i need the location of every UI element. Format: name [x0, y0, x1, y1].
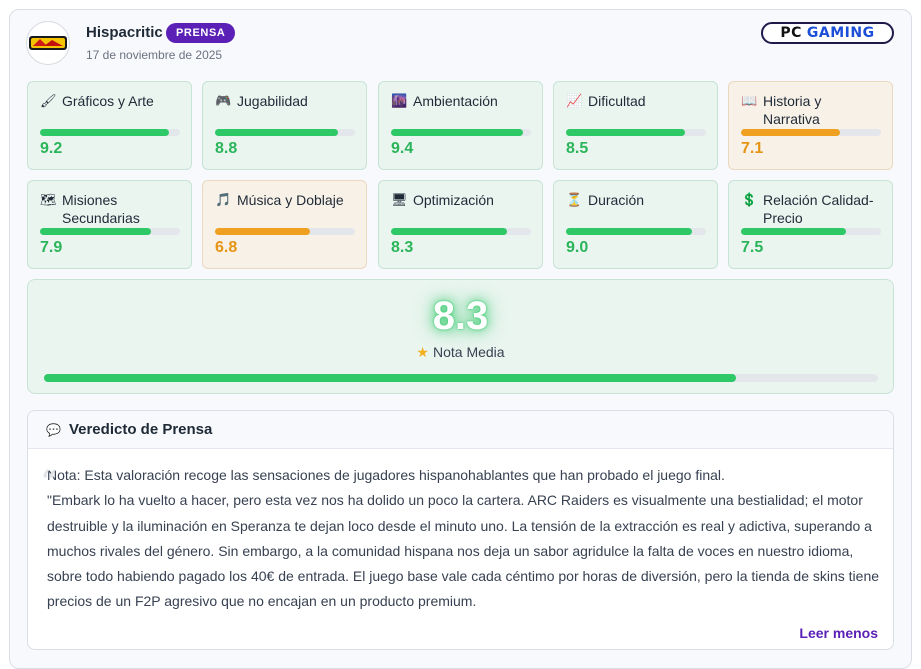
cityscape-icon: 🌆 [391, 93, 408, 108]
score-bar [566, 129, 706, 136]
score-bar-fill [391, 228, 508, 235]
score-tile-header: 💲 Relación Calidad-Precio [741, 191, 881, 227]
score-bar-fill [215, 228, 311, 235]
author-avatar[interactable] [26, 21, 70, 65]
score-tile: 📈 Dificultad 8.5 [553, 81, 718, 170]
score-tile: 🖥 Optimización 8.3 [378, 180, 543, 269]
score-tile-header: 🖌 Gráficos y Arte [40, 92, 180, 110]
verdict-panel: 💬 Veredicto de Prensa “ Nota: Esta valor… [27, 410, 894, 650]
score-bar-fill [566, 228, 692, 235]
average-score-bar [44, 374, 878, 382]
score-tile-header: 📖 Historia y Narrativa [741, 92, 881, 128]
pc-gaming-logo: PC GAMING [761, 22, 894, 44]
score-tile: 💲 Relación Calidad-Precio 7.5 [728, 180, 893, 269]
average-score-panel: 8.3 ★ Nota Media [27, 279, 894, 394]
monitor-icon: 🖥 [391, 192, 408, 207]
average-score-label: Nota Media [432, 344, 505, 360]
verdict-note: Nota: Esta valoración recoge las sensaci… [47, 467, 725, 483]
verdict-quote: "Embark lo ha vuelto a hacer, pero esta … [47, 492, 880, 610]
score-bar-fill [40, 228, 151, 235]
verdict-body: “ Nota: Esta valoración recoge las sensa… [28, 449, 893, 615]
score-value: 7.1 [741, 140, 764, 157]
score-tile-header: 🌆 Ambientación [391, 92, 531, 110]
score-bar [741, 228, 881, 235]
score-value: 8.3 [391, 239, 414, 256]
score-value: 7.5 [741, 239, 764, 256]
chart-icon: 📈 [566, 93, 583, 108]
score-bar [215, 129, 355, 136]
book-icon: 📖 [741, 93, 758, 108]
press-badge: PRENSA [166, 23, 236, 43]
score-bar [40, 228, 180, 235]
score-label: Dificultad [588, 93, 646, 109]
speech-bubble-icon: 💬 [46, 422, 61, 437]
score-tile-header: 🎵 Música y Doblaje [215, 191, 355, 209]
score-tile: 📖 Historia y Narrativa 7.1 [728, 81, 893, 170]
map-icon: 🗺 [40, 192, 57, 207]
score-value: 6.8 [215, 239, 238, 256]
score-label: Ambientación [413, 93, 498, 109]
score-label: Relación Calidad-Precio [763, 192, 874, 226]
score-tile: 🌆 Ambientación 9.4 [378, 81, 543, 170]
score-bar [391, 129, 531, 136]
gamepad-icon: 🎮 [215, 93, 232, 108]
score-bar-fill [40, 129, 169, 136]
score-tile: 🎮 Jugabilidad 8.8 [202, 81, 367, 170]
verdict-header: 💬 Veredicto de Prensa [28, 411, 893, 449]
average-score-bar-fill [44, 374, 737, 382]
score-tile: 🖌 Gráficos y Arte 9.2 [27, 81, 192, 170]
review-card: Hispacritic PRENSA 17 de noviembre de 20… [9, 9, 912, 669]
score-bar-fill [566, 129, 685, 136]
score-tile: 🗺 Misiones Secundarias 7.9 [27, 180, 192, 269]
score-value: 9.4 [391, 140, 414, 157]
review-date: 17 de noviembre de 2025 [86, 48, 223, 62]
score-value: 9.2 [40, 140, 63, 157]
score-value: 9.0 [566, 239, 589, 256]
hourglass-icon: ⏳ [566, 192, 583, 207]
score-label: Música y Doblaje [237, 192, 344, 208]
score-bar [741, 129, 881, 136]
score-tile: 🎵 Música y Doblaje 6.8 [202, 180, 367, 269]
author-name[interactable]: Hispacritic [86, 24, 163, 41]
logo-pc: PC [780, 25, 802, 41]
music-icon: 🎵 [215, 192, 232, 207]
logo-gaming: GAMING [806, 25, 875, 41]
score-value: 8.5 [566, 140, 589, 157]
brush-icon: 🖌 [40, 93, 57, 108]
quote-icon: “ [40, 463, 58, 503]
read-less-link[interactable]: Leer menos [799, 625, 878, 641]
score-tile-header: 📈 Dificultad [566, 92, 706, 110]
score-bar [566, 228, 706, 235]
dollar-icon: 💲 [741, 192, 758, 207]
verdict-title: Veredicto de Prensa [68, 421, 213, 438]
score-bar [215, 228, 355, 235]
score-label: Optimización [413, 192, 494, 208]
score-bar [40, 129, 180, 136]
score-bar-fill [741, 228, 846, 235]
score-label: Duración [588, 192, 645, 208]
score-bar-fill [391, 129, 523, 136]
star-icon: ★ [416, 344, 429, 360]
score-value: 8.8 [215, 140, 238, 157]
score-label: Historia y Narrativa [763, 93, 822, 127]
average-score-value: 8.3 [432, 294, 489, 338]
score-tile-header: 🎮 Jugabilidad [215, 92, 355, 110]
score-bar [391, 228, 531, 235]
score-bar-fill [215, 129, 339, 136]
score-value: 7.9 [40, 239, 63, 256]
score-tile-header: 🗺 Misiones Secundarias [40, 191, 180, 227]
score-label: Jugabilidad [237, 93, 308, 109]
score-tile-header: 🖥 Optimización [391, 191, 531, 209]
score-label: Misiones Secundarias [62, 192, 140, 226]
score-label: Gráficos y Arte [62, 93, 154, 109]
score-tile: ⏳ Duración 9.0 [553, 180, 718, 269]
hispacritic-logo [29, 36, 67, 50]
score-tile-header: ⏳ Duración [566, 191, 706, 209]
average-score-label-row: ★ Nota Media [28, 344, 893, 361]
score-bar-fill [741, 129, 841, 136]
